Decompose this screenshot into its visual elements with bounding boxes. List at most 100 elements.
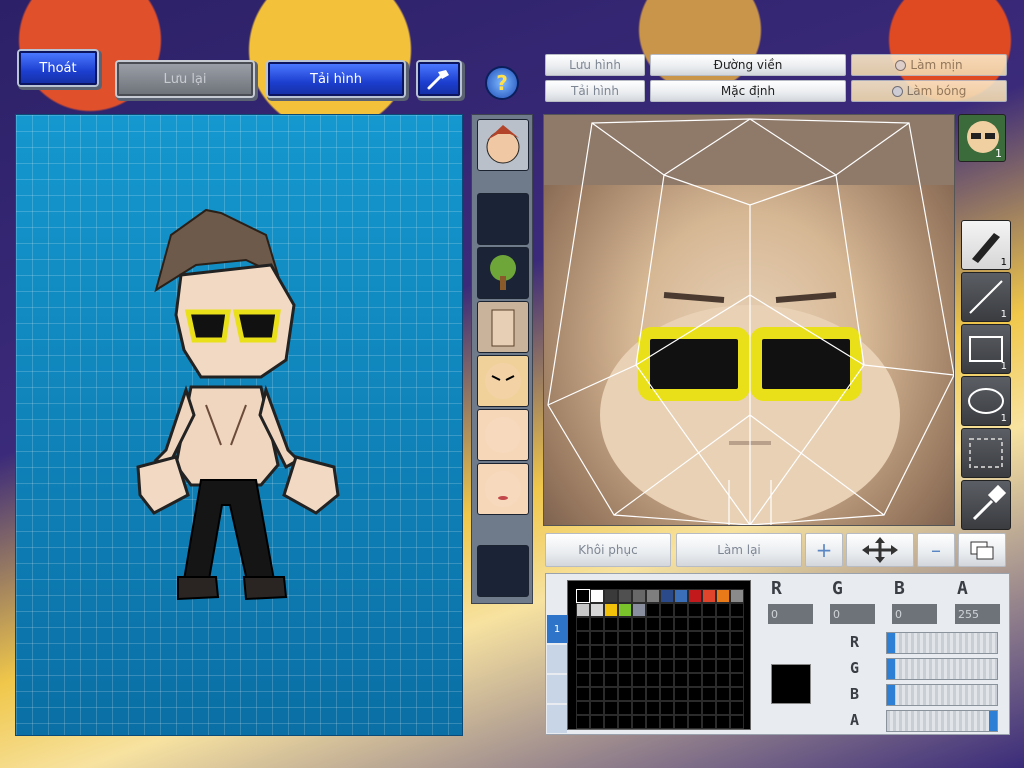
palette-swatch[interactable] xyxy=(688,617,702,631)
palette-swatch[interactable] xyxy=(604,701,618,715)
thumb-face-lips[interactable] xyxy=(477,463,529,515)
palette-swatch[interactable] xyxy=(632,589,646,603)
palette-swatch[interactable] xyxy=(632,645,646,659)
palette-swatch[interactable] xyxy=(590,701,604,715)
palette-swatch[interactable] xyxy=(688,715,702,729)
palette-swatch[interactable] xyxy=(632,659,646,673)
palette-swatch[interactable] xyxy=(576,617,590,631)
palette-swatch[interactable] xyxy=(618,673,632,687)
palette-swatch[interactable] xyxy=(618,715,632,729)
palette-swatch[interactable] xyxy=(618,603,632,617)
palette-swatch[interactable] xyxy=(716,645,730,659)
slider-knob[interactable] xyxy=(887,633,895,653)
r-slider[interactable] xyxy=(886,632,998,654)
palette-swatch[interactable] xyxy=(604,687,618,701)
palette-swatch[interactable] xyxy=(646,589,660,603)
palette-swatch[interactable] xyxy=(716,617,730,631)
palette-swatch[interactable] xyxy=(688,673,702,687)
palette-swatch[interactable] xyxy=(646,617,660,631)
line-tool[interactable]: 1 xyxy=(961,272,1011,322)
a-slider[interactable] xyxy=(886,710,998,732)
b-slider[interactable] xyxy=(886,684,998,706)
palette-swatch[interactable] xyxy=(674,659,688,673)
palette-swatch[interactable] xyxy=(576,715,590,729)
palette-swatch[interactable] xyxy=(730,673,744,687)
palette-swatch[interactable] xyxy=(590,631,604,645)
palette-swatch[interactable] xyxy=(660,617,674,631)
zoom-out-button[interactable]: – xyxy=(917,533,955,567)
exit-button[interactable]: Thoát xyxy=(19,51,97,85)
palette-swatch[interactable] xyxy=(576,589,590,603)
palette-swatch[interactable] xyxy=(674,701,688,715)
palette-swatch[interactable] xyxy=(632,715,646,729)
rectangle-tool[interactable]: 1 xyxy=(961,324,1011,374)
palette-swatch[interactable] xyxy=(618,589,632,603)
select-tool[interactable] xyxy=(961,428,1011,478)
thumb-empty-slot[interactable] xyxy=(477,193,529,245)
ellipse-tool[interactable]: 1 xyxy=(961,376,1011,426)
palette-swatch[interactable] xyxy=(604,673,618,687)
thumb-face-plain[interactable] xyxy=(477,409,529,461)
palette-swatch[interactable] xyxy=(730,589,744,603)
palette-swatch[interactable] xyxy=(674,687,688,701)
palette-swatch[interactable] xyxy=(702,673,716,687)
hammer-button[interactable] xyxy=(418,62,460,96)
slider-knob[interactable] xyxy=(887,685,895,705)
default-button[interactable]: Mặc định xyxy=(650,80,846,102)
palette-swatch[interactable] xyxy=(702,645,716,659)
thumb-tree[interactable] xyxy=(477,247,529,299)
palette-swatch[interactable] xyxy=(702,589,716,603)
palette-swatch[interactable] xyxy=(618,617,632,631)
palette-swatch[interactable] xyxy=(702,701,716,715)
palette-swatch[interactable] xyxy=(646,701,660,715)
palette-swatch[interactable] xyxy=(646,603,660,617)
palette-swatch[interactable] xyxy=(716,659,730,673)
zoom-in-button[interactable]: + xyxy=(805,533,843,567)
palette-swatch[interactable] xyxy=(716,603,730,617)
palette-tab-1[interactable]: 1 xyxy=(547,615,567,643)
palette-swatch[interactable] xyxy=(730,659,744,673)
palette-swatch[interactable] xyxy=(618,645,632,659)
palette-swatch[interactable] xyxy=(730,715,744,729)
palette-swatch[interactable] xyxy=(646,715,660,729)
palette-tab[interactable] xyxy=(547,705,567,733)
palette-swatch[interactable] xyxy=(716,631,730,645)
palette-swatch[interactable] xyxy=(730,645,744,659)
help-button[interactable]: ? xyxy=(485,66,519,100)
palette-swatch[interactable] xyxy=(702,715,716,729)
palette-swatch[interactable] xyxy=(660,701,674,715)
palette-swatch[interactable] xyxy=(604,715,618,729)
palette-swatch[interactable] xyxy=(576,701,590,715)
palette-swatch[interactable] xyxy=(590,589,604,603)
restore-button[interactable]: Khôi phục xyxy=(545,533,671,567)
palette-swatch[interactable] xyxy=(674,617,688,631)
palette-swatch[interactable] xyxy=(702,603,716,617)
outline-button[interactable]: Đường viền xyxy=(650,54,846,76)
palette-swatch[interactable] xyxy=(702,687,716,701)
slider-knob[interactable] xyxy=(989,711,997,731)
palette-swatch[interactable] xyxy=(688,701,702,715)
save-image-button[interactable]: Lưu hình xyxy=(545,54,645,76)
palette-swatch[interactable] xyxy=(576,687,590,701)
palette-swatch[interactable] xyxy=(590,715,604,729)
palette-swatch[interactable] xyxy=(604,589,618,603)
palette-swatch[interactable] xyxy=(716,673,730,687)
g-slider[interactable] xyxy=(886,658,998,680)
color-palette-grid[interactable] xyxy=(567,580,751,730)
thumb-body[interactable] xyxy=(477,301,529,353)
palette-swatch[interactable] xyxy=(674,603,688,617)
palette-swatch[interactable] xyxy=(730,631,744,645)
g-value-field[interactable]: 0 xyxy=(830,604,875,624)
palette-swatch[interactable] xyxy=(604,645,618,659)
layers-button[interactable] xyxy=(958,533,1006,567)
palette-swatch[interactable] xyxy=(688,589,702,603)
palette-swatch[interactable] xyxy=(674,631,688,645)
thumb-character[interactable] xyxy=(477,119,529,171)
palette-swatch[interactable] xyxy=(660,715,674,729)
palette-swatch[interactable] xyxy=(688,603,702,617)
load-image-button[interactable]: Tải hình xyxy=(545,80,645,102)
palette-swatch[interactable] xyxy=(716,715,730,729)
palette-swatch[interactable] xyxy=(604,603,618,617)
palette-swatch[interactable] xyxy=(632,687,646,701)
palette-swatch[interactable] xyxy=(632,631,646,645)
